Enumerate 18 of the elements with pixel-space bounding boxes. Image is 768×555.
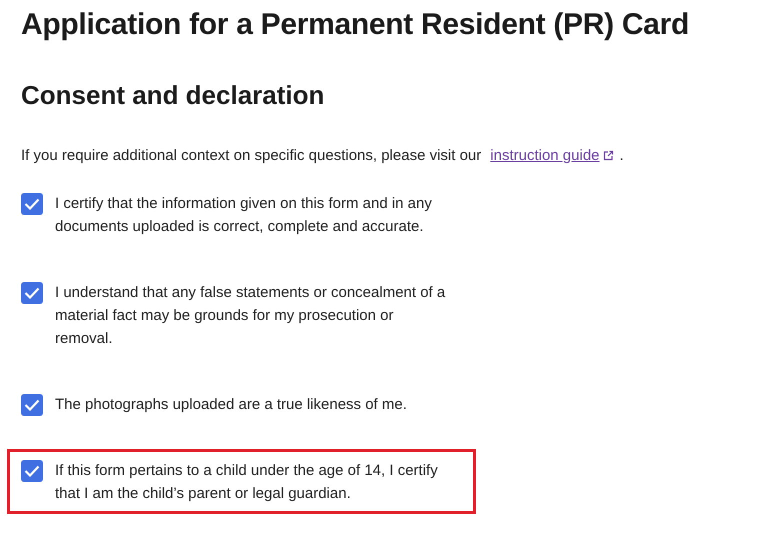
checkmark-icon: [24, 465, 40, 477]
declaration-text: If this form pertains to a child under the age of 14, I certify that I am the child’s parent or legal guardian.: [55, 461, 439, 504]
period-text: .: [620, 147, 624, 164]
declaration-text: I understand that any false statements or concealment of a material fact may be grounds for my prosecution or removal.: [55, 283, 446, 349]
page-title: Application for a Permanent Resident (PR) Card: [21, 8, 690, 42]
checkbox[interactable]: [21, 460, 43, 482]
declaration-text: The photographs uploaded are a true likeness of me.: [55, 395, 408, 415]
checkmark-icon: [24, 399, 40, 411]
checkmark-icon: [24, 287, 40, 299]
checkmark-icon: [24, 198, 40, 210]
checkbox[interactable]: [21, 394, 43, 416]
checkbox[interactable]: [21, 282, 43, 304]
instruction-guide-link[interactable]: instruction guide: [490, 147, 614, 164]
external-link-icon: [602, 150, 614, 161]
declaration-text: I certify that the information given on this form and in any documents uploaded is correct, complete and accurate.: [55, 194, 433, 237]
checkbox[interactable]: [21, 193, 43, 215]
section-title: Consent and declaration: [21, 80, 326, 111]
intro-text: If you require additional context on specific questions, please visit our: [21, 147, 482, 164]
